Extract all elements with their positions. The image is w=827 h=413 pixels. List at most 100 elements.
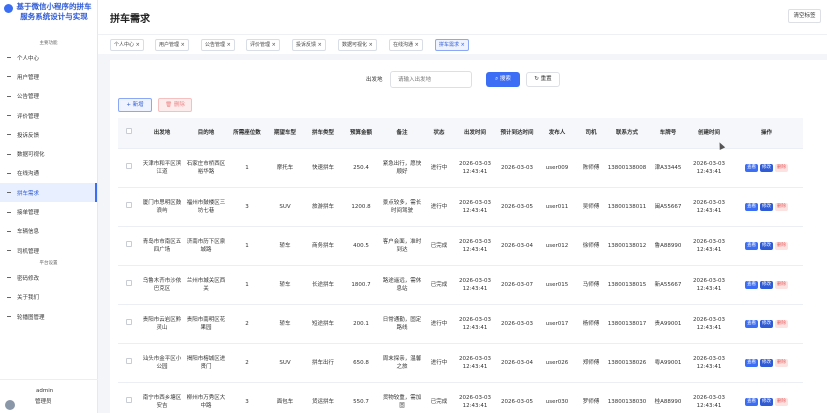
search-button[interactable]: ⌕ 搜索	[486, 72, 520, 87]
table-row[interactable]: 贵阳市云岩区黔灵山 贵阳市南明区花果园 2 轿车 短途拼车 200.1 日常通勤，固定路线进…	[118, 304, 803, 344]
row-delete-button[interactable]: 删除	[775, 164, 788, 172]
column-header[interactable]: 期望车型	[266, 118, 304, 149]
search-input[interactable]	[390, 71, 472, 88]
checkbox[interactable]	[126, 319, 132, 325]
row-delete-button[interactable]: 删除	[775, 203, 788, 211]
sidebar-item-orders[interactable]: 接单管理	[0, 202, 97, 221]
view-button[interactable]: 查看	[745, 164, 758, 172]
sidebar-item-users[interactable]: 用户管理	[0, 67, 97, 86]
tab-reviews[interactable]: 评价管理 ×	[246, 39, 280, 51]
column-header[interactable]: 目的地	[184, 118, 228, 149]
checkbox[interactable]	[126, 397, 132, 403]
row-delete-button[interactable]: 删除	[775, 359, 788, 367]
tab-users[interactable]: 用户管理 ×	[155, 39, 189, 51]
row-delete-button[interactable]: 删除	[775, 398, 788, 406]
sidebar-item-complaints[interactable]: 投诉反馈	[0, 125, 97, 144]
table-cell: 青岛市市南区五四广场	[140, 226, 184, 266]
table-row[interactable]: 南宁市西乡塘区安吉 柳州市万秀区大中路 3 面包车 货运拼车 550.7 货物较重，需加固已…	[118, 382, 803, 413]
add-button[interactable]: + 新增	[118, 98, 152, 112]
table-cell: 石家庄市桥西区裕华路	[184, 148, 228, 188]
table-row[interactable]: 天津市和平区滨江道 石家庄市桥西区裕华路 1 摩托车 快速拼车 250.4 紧急出行，愿快顺…	[118, 148, 803, 188]
table-row[interactable]: 青岛市市南区五四广场 济南市历下区泉城路 1 轿车 商务拼车 400.5 客户会面，准时到达…	[118, 226, 803, 266]
column-header[interactable]: 状态	[424, 118, 454, 149]
column-header[interactable]: 预计到达时间	[496, 118, 538, 149]
edit-button[interactable]: 修改	[760, 242, 773, 250]
table-row[interactable]: 汕头市金平区小公园 揭阳市榕城区进贤门 2 SUV 拼车出行 650.8 周末探亲，温馨之旅…	[118, 343, 803, 383]
edit-button[interactable]: 修改	[760, 320, 773, 328]
checkbox[interactable]	[126, 358, 132, 364]
row-delete-button[interactable]: 删除	[775, 320, 788, 328]
table-cell: 13800138008	[606, 148, 648, 188]
clear-tabs-button[interactable]: 清空标签	[788, 9, 821, 23]
sidebar-item-profile[interactable]: 个人中心	[0, 48, 97, 67]
edit-button[interactable]: 修改	[760, 398, 773, 406]
column-header[interactable]: 司机	[576, 118, 606, 149]
sidebar-item-reviews[interactable]: 评价管理	[0, 106, 97, 125]
table-cell: 2026-03-03	[496, 148, 538, 188]
delete-button[interactable]: 🗑 删除	[158, 98, 192, 112]
row-select-cell[interactable]	[118, 343, 140, 383]
tab-visualization[interactable]: 数据可视化 ×	[338, 39, 377, 51]
user-box[interactable]: admin 管理员	[0, 379, 98, 413]
row-select-cell[interactable]	[118, 187, 140, 227]
sidebar-item-label: 司机管理	[17, 248, 40, 255]
sidebar-item-password[interactable]: 密码修改	[0, 268, 97, 287]
sidebar-item-label: 数据可视化	[17, 152, 45, 159]
row-delete-button[interactable]: 删除	[775, 281, 788, 289]
view-button[interactable]: 查看	[745, 203, 758, 211]
tab-profile[interactable]: 个人中心 ×	[110, 39, 144, 51]
column-header[interactable]: 预算金额	[342, 118, 380, 149]
row-select-cell[interactable]	[118, 304, 140, 344]
table-row[interactable]: 乌鲁木齐市沙依巴克区 兰州市城关区西关 1 轿车 长途拼车 1800.7 路途遥远，需休息站…	[118, 265, 803, 305]
sidebar-item-about[interactable]: 关于我们	[0, 288, 97, 307]
sidebar-item-vehicles[interactable]: 车辆信息	[0, 222, 97, 241]
tab-carpool-demand[interactable]: 拼车需求 ×	[435, 39, 469, 51]
column-header[interactable]: 备注	[380, 118, 424, 149]
row-delete-button[interactable]: 删除	[775, 242, 788, 250]
column-header[interactable]: 所需座位数	[228, 118, 266, 149]
table-cell: 2026-03-03	[496, 304, 538, 344]
tab-complaints[interactable]: 投诉反馈 ×	[292, 39, 326, 51]
checkbox[interactable]	[126, 163, 132, 169]
column-header[interactable]: 车牌号	[648, 118, 688, 149]
tab-chat[interactable]: 在线沟通 ×	[389, 39, 423, 51]
sidebar-item-carpool-demand[interactable]: 拼车需求	[0, 183, 97, 203]
edit-button[interactable]: 修改	[760, 359, 773, 367]
table-cell: 日常通勤，固定路线	[380, 304, 424, 344]
checkbox[interactable]	[126, 202, 132, 208]
column-header[interactable]: 发布人	[538, 118, 576, 149]
view-button[interactable]: 查看	[745, 281, 758, 289]
row-select-cell[interactable]	[118, 148, 140, 188]
column-header[interactable]: 拼车类型	[304, 118, 342, 149]
column-header[interactable]: 出发时间	[454, 118, 496, 149]
row-select-cell[interactable]	[118, 226, 140, 266]
select-all-checkbox[interactable]	[118, 118, 140, 149]
tab-announcements[interactable]: 公告管理 ×	[201, 39, 235, 51]
view-button[interactable]: 查看	[745, 398, 758, 406]
sidebar-item-visualization[interactable]: 数据可视化	[0, 144, 97, 163]
column-header[interactable]: 出发地	[140, 118, 184, 149]
view-button[interactable]: 查看	[745, 320, 758, 328]
table-cell: 兰州市城关区西关	[184, 265, 228, 305]
edit-button[interactable]: 修改	[760, 203, 773, 211]
table-row[interactable]: 厦门市思明区鼓浪屿 福州市鼓楼区三坊七巷 3 SUV 旅游拼车 1200.8 景点较多，需长…	[118, 187, 803, 227]
reset-button[interactable]: ↻ 重置	[526, 72, 560, 87]
sidebar-item-carousel[interactable]: 轮播图管理	[0, 307, 97, 326]
checkbox[interactable]	[126, 280, 132, 286]
app-root: 基于微信小程序的拼车服务系统设计与实现 主要功能 个人中心 用户管理 公告管理 …	[0, 0, 827, 413]
row-select-cell[interactable]	[118, 265, 140, 305]
sidebar-item-announcements[interactable]: 公告管理	[0, 87, 97, 106]
column-header[interactable]: 联系方式	[606, 118, 648, 149]
edit-button[interactable]: 修改	[760, 281, 773, 289]
view-button[interactable]: 查看	[745, 242, 758, 250]
checkbox[interactable]	[126, 241, 132, 247]
sidebar-item-chat[interactable]: 在线沟通	[0, 164, 97, 183]
table-cell: 轿车	[266, 265, 304, 305]
edit-button[interactable]: 修改	[760, 164, 773, 172]
table-cell: 250.4	[342, 148, 380, 188]
sidebar-item-drivers[interactable]: 司机管理	[0, 241, 97, 260]
checkbox[interactable]	[126, 128, 132, 135]
row-select-cell[interactable]	[118, 382, 140, 413]
view-button[interactable]: 查看	[745, 359, 758, 367]
dash-icon	[7, 211, 11, 213]
